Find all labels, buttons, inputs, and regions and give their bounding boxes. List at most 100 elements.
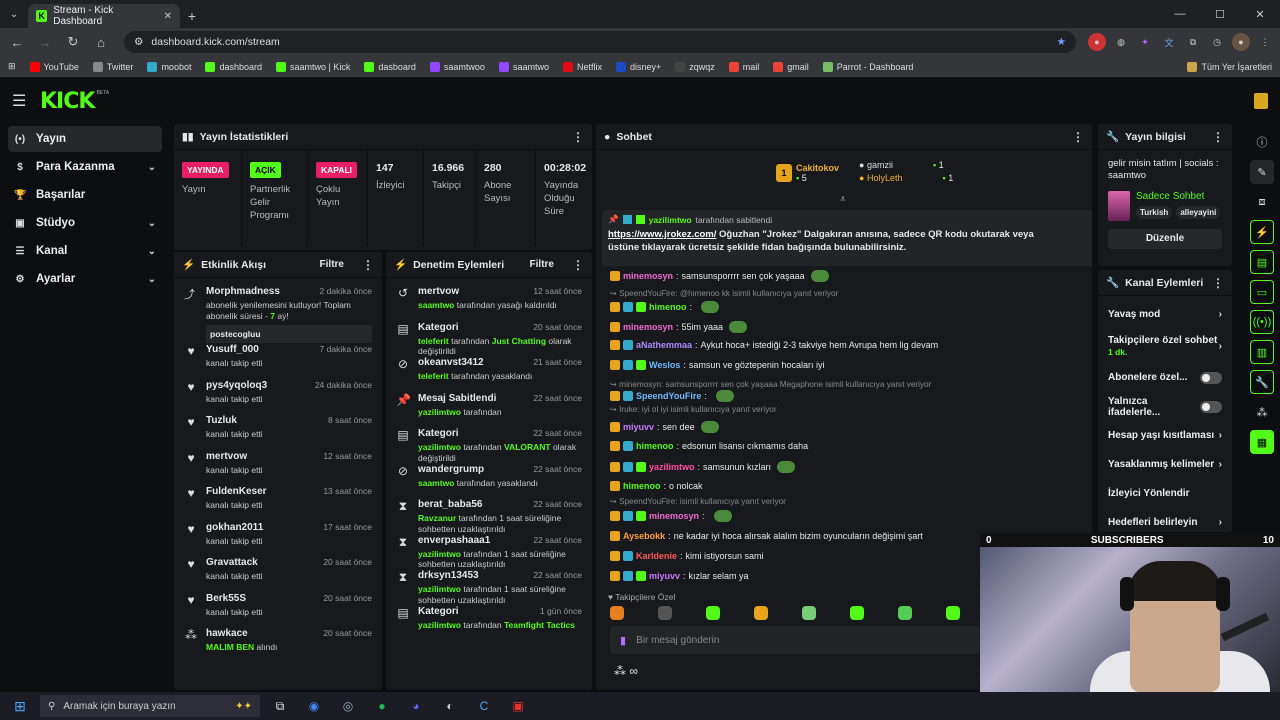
more-options-icon[interactable]: ⋮ [1212, 276, 1224, 290]
obs-icon[interactable]: ◐ [436, 695, 464, 717]
broadcast-icon[interactable]: ((•)) [1250, 310, 1274, 334]
moderation-target[interactable]: okeanvst3412 [418, 357, 484, 368]
bookmark-item[interactable]: disney+ [615, 61, 661, 72]
all-bookmarks-button[interactable]: Tüm Yer İşaretleri [1187, 61, 1272, 72]
emote-icon[interactable] [706, 606, 720, 620]
bookmark-item[interactable]: Netflix [562, 61, 602, 72]
chat-username[interactable]: yazilimtwo [649, 462, 695, 472]
app-icon[interactable]: ▣ [504, 695, 532, 717]
bookmark-item[interactable]: saamtwo | Kick [276, 61, 350, 72]
activity-user[interactable]: Yusuff_000 [206, 344, 259, 355]
history-icon[interactable]: ◷ [1208, 33, 1226, 51]
activity-user[interactable]: Gravattack [206, 557, 258, 568]
chevron-right-icon[interactable]: › [1219, 309, 1222, 320]
activity-user[interactable]: FuldenKeser [206, 486, 267, 497]
extension-icon[interactable]: ◍ [1112, 33, 1130, 51]
discord-icon[interactable]: ◕ [402, 695, 430, 717]
microphone-icon[interactable]: ▮ [620, 634, 626, 647]
chat-username[interactable]: Aysebokk [623, 531, 665, 541]
channel-action-item[interactable]: Hedefleri belirleyin › [1098, 508, 1232, 532]
spotify-icon[interactable]: ● [368, 695, 396, 717]
chevron-right-icon[interactable]: › [1219, 341, 1222, 352]
activity-user[interactable]: pys4yqoloq3 [206, 380, 267, 391]
moderation-target[interactable]: mertvow [418, 286, 459, 297]
chat-username[interactable]: minemosyn [623, 271, 673, 281]
bookmark-star-icon[interactable]: ★ [1057, 36, 1066, 48]
leader-entry[interactable]: ● gamzii ▪ 1 [859, 160, 953, 170]
back-icon[interactable]: ← [6, 35, 28, 50]
tag[interactable]: alleyayini [1176, 205, 1221, 219]
crop-icon[interactable]: ⧈ [1250, 190, 1274, 214]
app-icon[interactable]: C [470, 695, 498, 717]
chevron-right-icon[interactable]: › [1219, 517, 1222, 528]
channel-action-item[interactable]: Takipçilere özel sohbet 1 dk. › [1098, 329, 1232, 363]
bookmark-item[interactable]: Twitter [92, 61, 133, 72]
channel-action-item[interactable]: İzleyici Yönlendir [1098, 479, 1232, 508]
bookmark-item[interactable]: saamtwo [498, 61, 549, 72]
bookmark-item[interactable]: gmail [773, 61, 809, 72]
moderation-target[interactable]: Kategori [418, 428, 459, 439]
emote-icon[interactable] [754, 606, 768, 620]
maximize-icon[interactable]: ☐ [1200, 0, 1240, 28]
more-options-icon[interactable]: ⋮ [1212, 130, 1224, 144]
bookmark-item[interactable]: dashboard [205, 61, 262, 72]
profile-avatar[interactable]: ● [1232, 33, 1250, 51]
info-icon[interactable]: ⓘ [1250, 130, 1274, 154]
emote-icon[interactable] [850, 606, 864, 620]
activity-user[interactable]: mertvow [206, 451, 247, 462]
steam-icon[interactable]: ◎ [334, 695, 362, 717]
pinned-by[interactable]: yazilimtwo [649, 215, 692, 225]
toggle-switch[interactable] [1200, 371, 1222, 384]
home-icon[interactable]: ⌂ [90, 35, 112, 50]
moderation-target[interactable]: berat_baba56 [418, 499, 482, 510]
taskbar-search[interactable]: ⚲ Aramak için buraya yazın ✦✦ [40, 695, 260, 717]
chevron-down-icon[interactable]: ⌄ [148, 246, 156, 257]
bookmark-item[interactable]: mail [728, 61, 759, 72]
bookmark-item[interactable]: YouTube [29, 61, 79, 72]
chevron-down-icon[interactable]: ⌄ [148, 274, 156, 285]
emote-icon[interactable] [610, 606, 624, 620]
bookmark-item[interactable]: Parrot - Dashboard [822, 61, 913, 72]
kick-logo[interactable]: KICK [40, 89, 95, 114]
site-info-icon[interactable]: ⚙ [134, 36, 143, 48]
channel-action-item[interactable]: Abonelere özel... [1098, 363, 1232, 392]
leader-entry[interactable]: ● HolyLeth ▪ 1 [859, 173, 953, 183]
edit-button[interactable]: Düzenle [1108, 228, 1222, 249]
activity-user[interactable]: gokhan2011 [206, 522, 263, 533]
channel-action-item[interactable]: Yavaş mod › [1098, 300, 1232, 329]
filter-button[interactable]: Filtre [320, 259, 344, 270]
reload-icon[interactable]: ↻ [62, 34, 84, 50]
chat-icon[interactable]: ▭ [1250, 280, 1274, 304]
more-options-icon[interactable]: ⋮ [362, 258, 374, 272]
sidebar-item[interactable]: ▣ Stüdyo ⌄ [8, 210, 162, 236]
sidebar-item[interactable]: 🏆 Başarılar [8, 182, 162, 208]
category-name[interactable]: Sadece Sohbet [1136, 191, 1220, 202]
moderation-target[interactable]: drksyn13453 [418, 570, 479, 581]
leader-entry[interactable]: 1 Cakitokov ▪ 5 [776, 160, 839, 186]
chat-username[interactable]: Karldenie [636, 551, 677, 561]
emote-icon[interactable] [802, 606, 816, 620]
layers-icon[interactable]: ▥ [1250, 340, 1274, 364]
chat-username[interactable]: himenoo [636, 441, 674, 451]
tab-search-icon[interactable]: ⌄ [0, 0, 28, 28]
bookmark-item[interactable]: moobot [147, 61, 191, 72]
moderation-target[interactable]: wandergrump [418, 464, 484, 475]
moderation-target[interactable]: Kategori [418, 606, 459, 617]
extensions-puzzle-icon[interactable]: ⧉ [1184, 33, 1202, 51]
bookmark-item[interactable]: zqwqz [675, 61, 715, 72]
bookmark-item[interactable]: saamtwoo [429, 61, 485, 72]
activity-user[interactable]: hawkace [206, 628, 248, 639]
document-icon[interactable]: ▤ [1250, 250, 1274, 274]
chevron-down-icon[interactable]: ⌄ [148, 218, 156, 229]
browser-tab[interactable]: K Stream - Kick Dashboard ✕ [28, 4, 180, 28]
windows-start-icon[interactable]: ⊞ [6, 698, 34, 715]
chat-username[interactable]: himenoo [649, 302, 687, 312]
moderation-target[interactable]: enverpashaaa1 [418, 535, 490, 546]
apps-grid-icon[interactable]: ⊞ [8, 61, 16, 72]
more-options-icon[interactable]: ⋮ [572, 258, 584, 272]
chat-username[interactable]: miyuvv [649, 571, 680, 581]
edit-pencil-icon[interactable]: ✎ [1250, 160, 1274, 184]
moderation-target[interactable]: Mesaj Sabitlendi [418, 393, 496, 404]
chevron-right-icon[interactable]: › [1219, 459, 1222, 470]
bookmark-item[interactable]: dasboard [364, 61, 416, 72]
